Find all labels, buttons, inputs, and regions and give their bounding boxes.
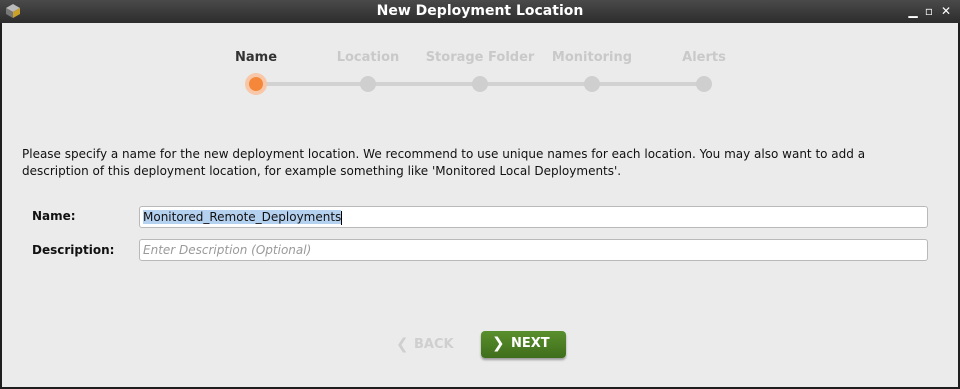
step-label-name: Name (234, 50, 278, 65)
instructions-text: Please specify a name for the new deploy… (22, 147, 866, 178)
step-dot-storage-folder (472, 76, 488, 92)
back-button-label: BACK (414, 337, 454, 352)
window-border-left (0, 23, 2, 389)
wizard-window: New Deployment Location ▁ ▫ ✕ Name Locat… (0, 0, 960, 389)
next-button-label: NEXT (511, 336, 550, 351)
next-button[interactable]: ❯ NEXT (481, 331, 566, 358)
step-label-storage-folder: Storage Folder (425, 50, 535, 65)
description-label: Description: (32, 243, 115, 257)
title-bar[interactable]: New Deployment Location ▁ ▫ ✕ (0, 0, 960, 23)
step-label-location: Location (336, 50, 400, 65)
chevron-right-icon: ❯ (492, 334, 505, 352)
close-icon[interactable]: ✕ (937, 2, 955, 20)
chevron-left-icon: ❮ (396, 335, 409, 353)
text-caret (341, 210, 343, 225)
step-dot-location (360, 76, 376, 92)
name-input[interactable]: Monitored_Remote_Deployments (139, 206, 928, 228)
name-label: Name: (32, 209, 76, 223)
description-placeholder: Enter Description (Optional) (143, 243, 312, 257)
step-dot-alerts (696, 76, 712, 92)
name-input-value: Monitored_Remote_Deployments (143, 210, 342, 224)
back-button[interactable]: ❮ BACK (394, 335, 464, 355)
description-input[interactable]: Enter Description (Optional) (139, 239, 928, 261)
step-dot-name (245, 73, 267, 95)
window-title: New Deployment Location (376, 3, 584, 19)
step-dot-monitoring (584, 76, 600, 92)
step-label-alerts: Alerts (682, 50, 726, 65)
maximize-icon[interactable]: ▫ (920, 2, 938, 20)
step-label-monitoring: Monitoring (551, 50, 633, 65)
